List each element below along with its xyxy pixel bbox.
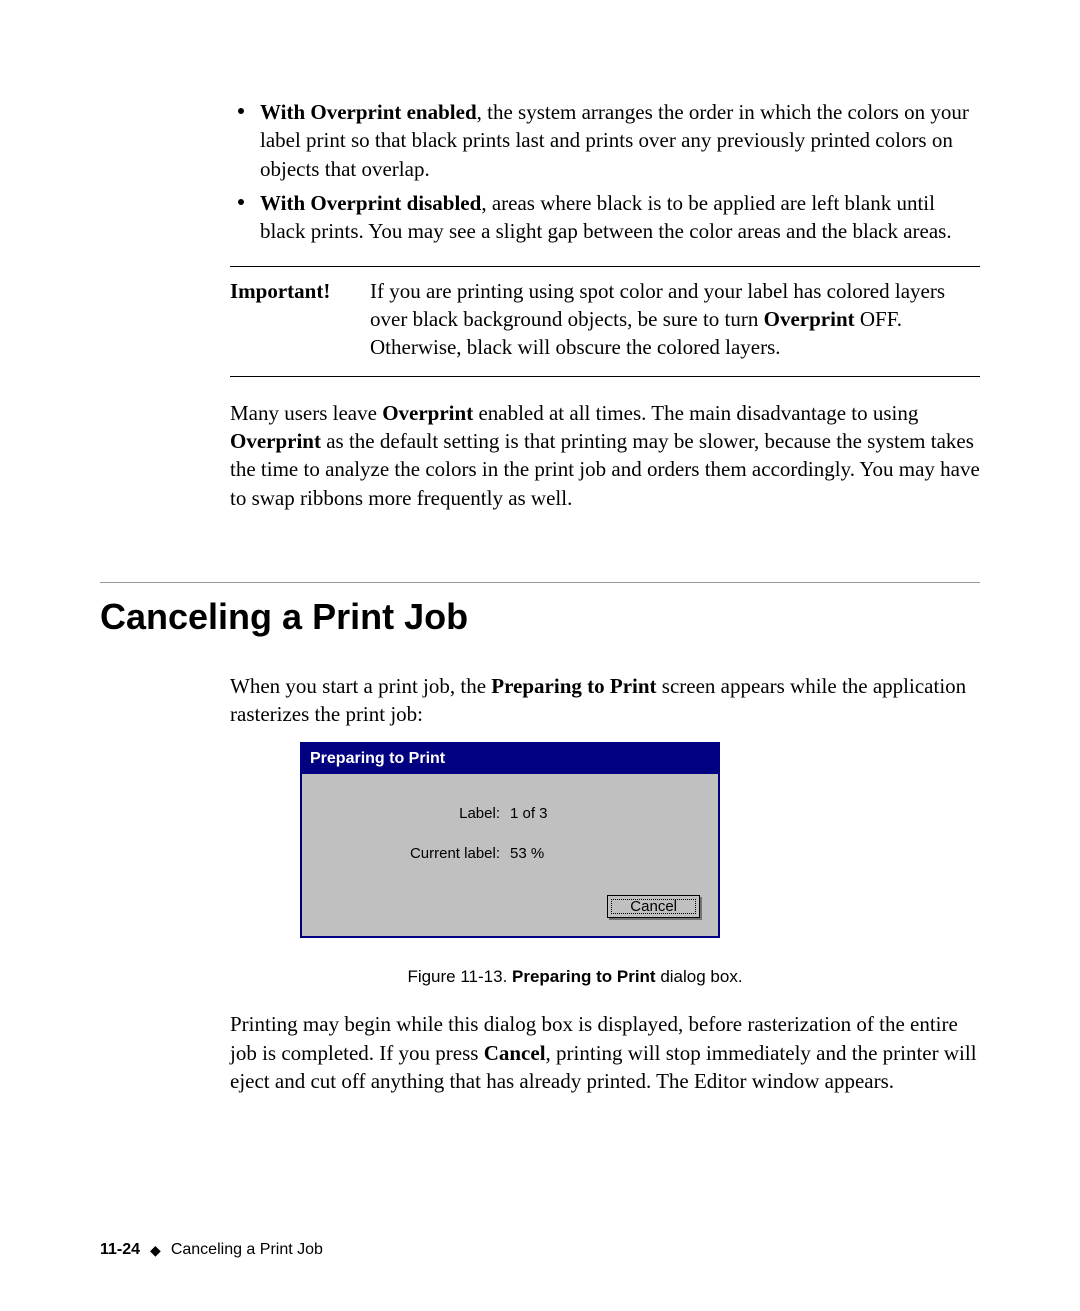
dialog-body: Label: 1 of 3 Current label: 53 % Cancel (302, 774, 718, 936)
cancel-button[interactable]: Cancel (607, 895, 700, 918)
overprint-bullet-list: With Overprint enabled, the system arran… (230, 98, 980, 246)
note-text: If you are printing using spot color and… (370, 277, 980, 362)
bullet-lead: With Overprint disabled (260, 191, 481, 215)
para-text: enabled at all times. The main disadvant… (473, 401, 918, 425)
footer-section-name: Canceling a Print Job (171, 1239, 323, 1261)
para-text: Many users leave (230, 401, 382, 425)
bullet-overprint-disabled: With Overprint disabled, areas where bla… (230, 189, 980, 246)
preparing-to-print-dialog: Preparing to Print Label: 1 of 3 Current… (300, 742, 720, 937)
important-note: Important! If you are printing using spo… (230, 266, 980, 377)
dialog-row-current-label: Current label: 53 % (320, 844, 700, 864)
para-text: When you start a print job, the (230, 674, 491, 698)
row-value: 1 of 3 (510, 804, 548, 824)
row-label: Current label: (320, 844, 510, 864)
preparing-intro-paragraph: When you start a print job, the Preparin… (230, 672, 980, 729)
dialog-row-label: Label: 1 of 3 (320, 804, 700, 824)
section-heading: Canceling a Print Job (100, 593, 980, 642)
row-value: 53 % (510, 844, 544, 864)
section-divider (100, 582, 980, 583)
cancel-behavior-paragraph: Printing may begin while this dialog box… (230, 1010, 980, 1095)
figure-number: Figure 11-13. (407, 967, 512, 986)
figure-bold: Preparing to Print (512, 967, 656, 986)
overprint-usage-paragraph: Many users leave Overprint enabled at al… (230, 399, 980, 512)
page-number: 11-24 (100, 1239, 140, 1261)
dialog-button-row: Cancel (320, 895, 700, 918)
note-label: Important! (230, 277, 370, 362)
para-text: as the default setting is that printing … (230, 429, 980, 510)
page-footer: 11-24 ◆ Canceling a Print Job (100, 1239, 323, 1261)
para-bold: Overprint (382, 401, 473, 425)
bullet-overprint-enabled: With Overprint enabled, the system arran… (230, 98, 980, 183)
note-bold: Overprint (764, 307, 855, 331)
figure-rest: dialog box. (656, 967, 743, 986)
para-bold: Overprint (230, 429, 321, 453)
figure-caption: Figure 11-13. Preparing to Print dialog … (170, 966, 980, 989)
dialog-title: Preparing to Print (302, 744, 718, 774)
row-label: Label: (320, 804, 510, 824)
diamond-icon: ◆ (150, 1241, 161, 1260)
para-bold: Preparing to Print (491, 674, 656, 698)
bullet-lead: With Overprint enabled (260, 100, 477, 124)
para-bold: Cancel (484, 1041, 546, 1065)
